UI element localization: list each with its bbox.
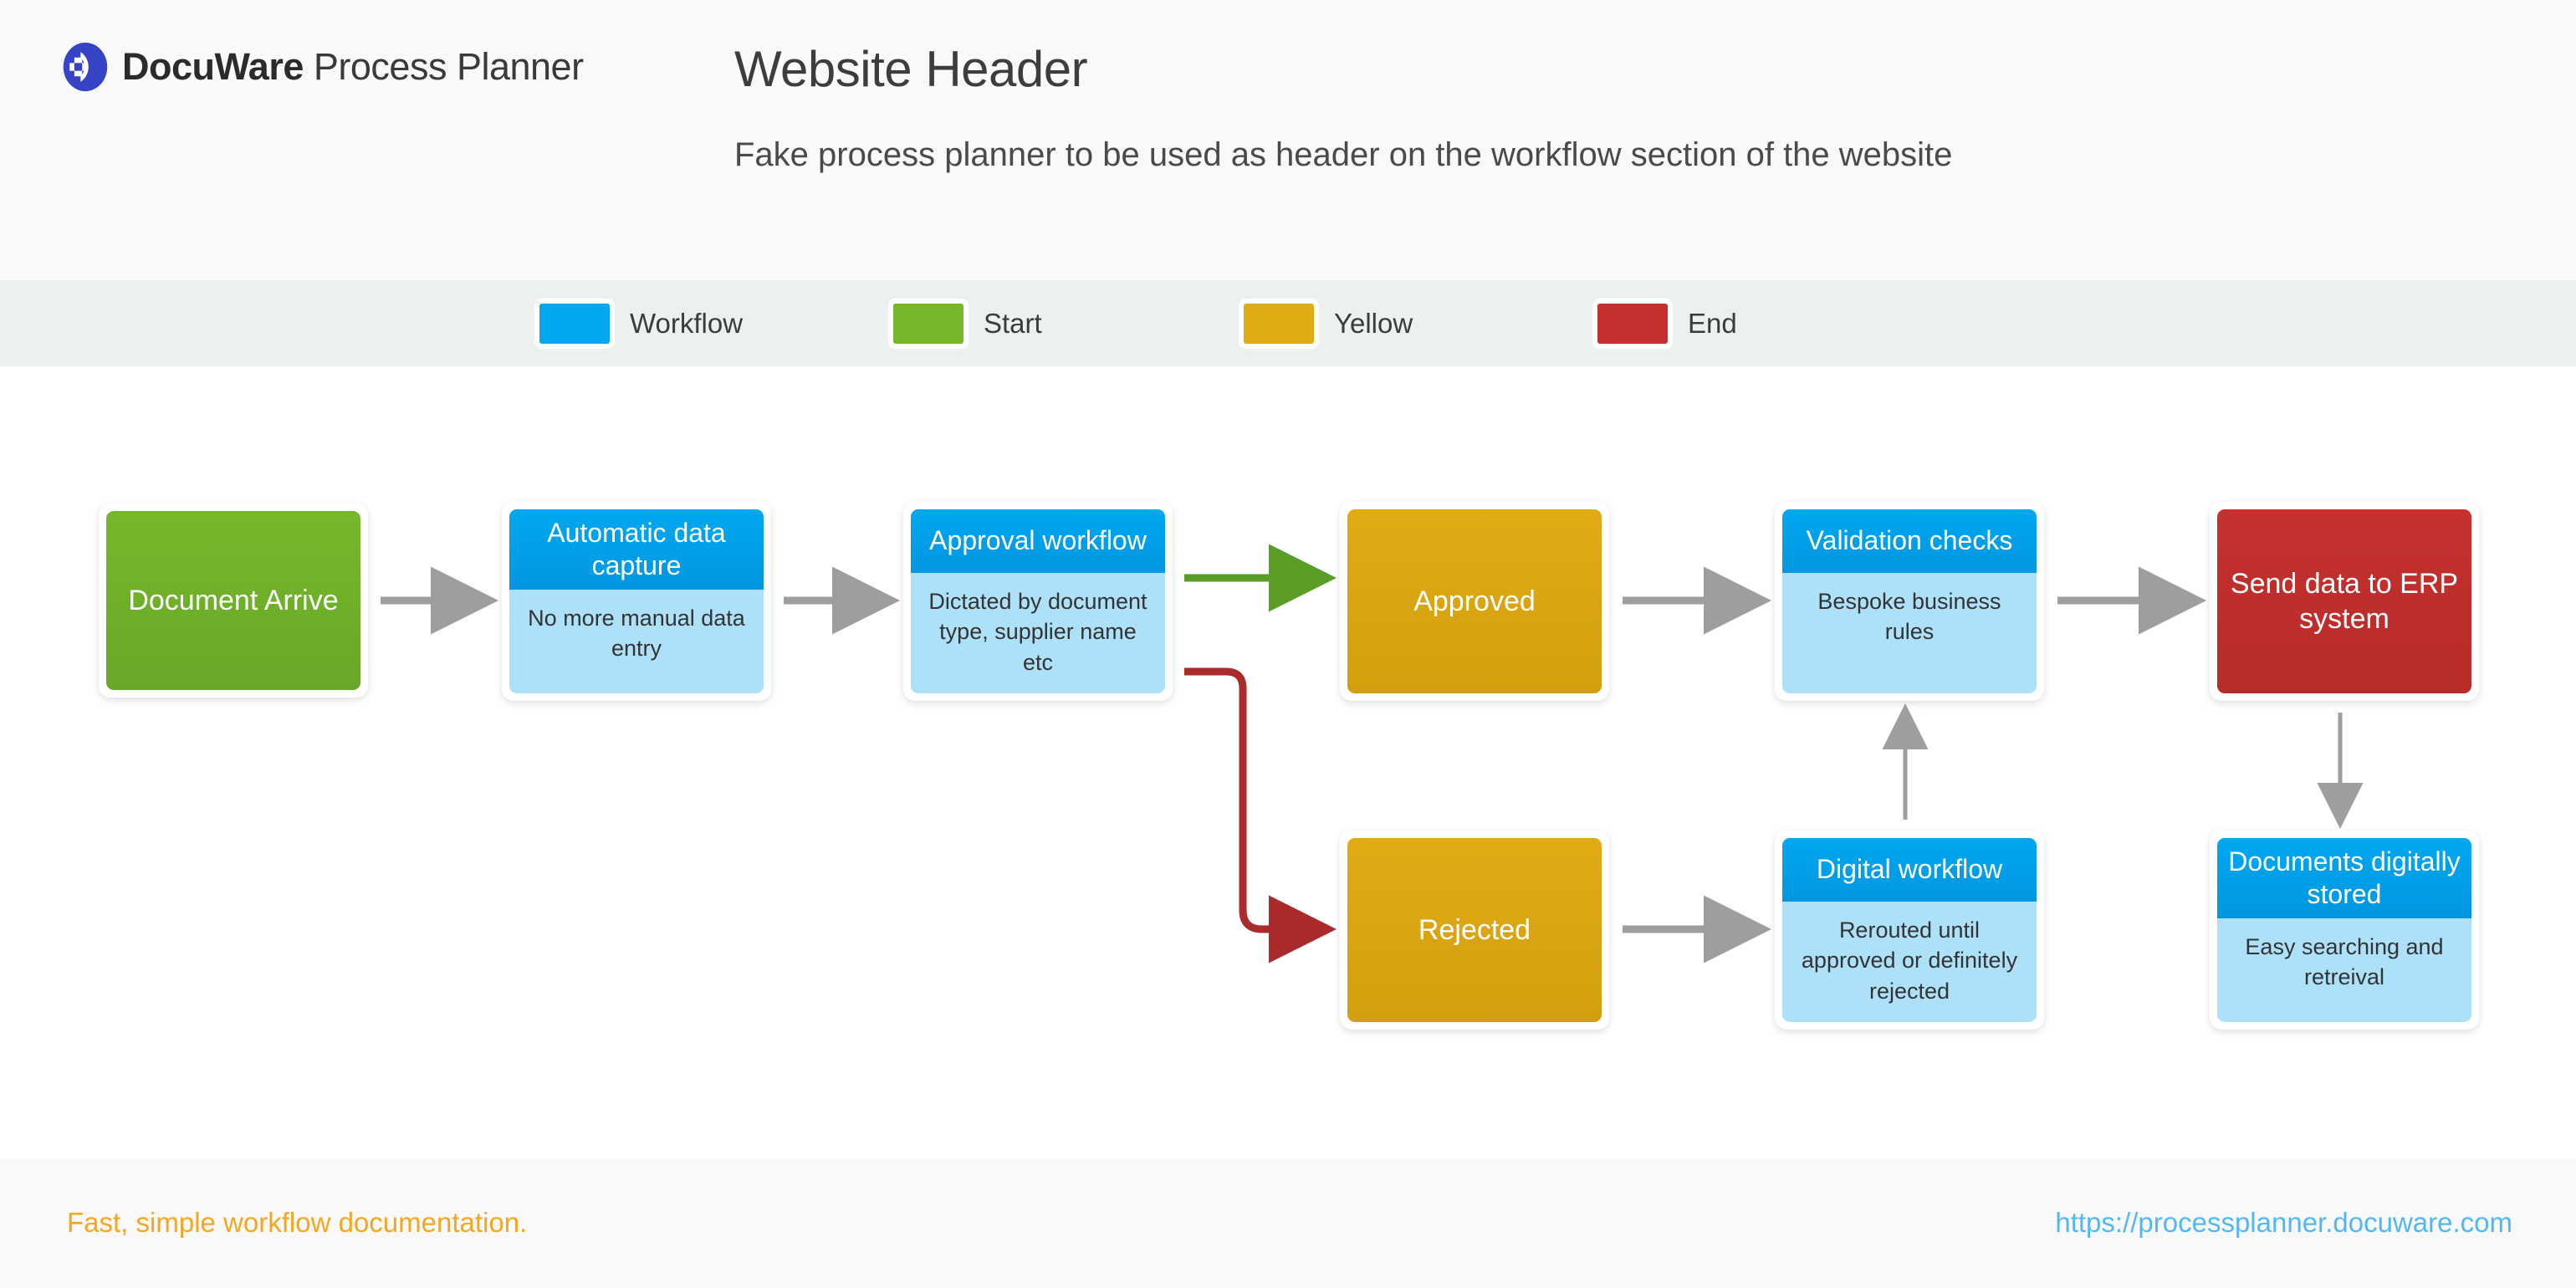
node-rejected[interactable]: Rejected [1340, 831, 1609, 1030]
node-validation-checks[interactable]: Validation checks Bespoke business rules [1775, 502, 2044, 701]
node-approved[interactable]: Approved [1340, 502, 1609, 701]
legend-label: End [1688, 307, 1737, 339]
node-inner: Approved [1347, 509, 1602, 693]
node-title: Documents digitally stored [2217, 838, 2471, 918]
page-subtitle: Fake process planner to be used as heade… [734, 136, 1953, 173]
legend-label: Workflow [630, 307, 744, 339]
footer-url-link[interactable]: https://processplanner.docuware.com [2055, 1207, 2512, 1239]
legend-swatch-end [1597, 303, 1668, 344]
legend-bar: Workflow Start Yellow End [0, 280, 2576, 366]
node-title: Digital workflow [1782, 838, 2037, 902]
legend-item-workflow: Workflow [539, 303, 744, 344]
node-title: Document Arrive [128, 584, 339, 616]
node-description: Dictated by document type, supplier name… [911, 573, 1165, 693]
node-title: Automatic data capture [509, 509, 764, 590]
node-documents-digitally-stored[interactable]: Documents digitally stored Easy searching… [2210, 831, 2479, 1030]
brand-name-bold: DocuWare [122, 45, 304, 88]
legend-swatch-start [893, 303, 963, 344]
node-title: Rejected [1418, 913, 1531, 946]
footer-tagline: Fast, simple workflow documentation. [67, 1207, 528, 1238]
page-footer: Fast, simple workflow documentation. htt… [0, 1158, 2576, 1288]
brand: DocuWare Process Planner [60, 42, 584, 92]
node-send-data-to-erp-system[interactable]: Send data to ERP system [2210, 502, 2479, 701]
legend-item-end: End [1597, 303, 1737, 344]
node-title: Send data to ERP system [2230, 567, 2459, 636]
node-inner: Digital workflow Rerouted until approved … [1782, 838, 2037, 1022]
brand-name-light: Process Planner [313, 45, 584, 88]
node-document-arrive[interactable]: Document Arrive [99, 503, 368, 698]
node-approval-workflow[interactable]: Approval workflow Dictated by document ty… [903, 502, 1173, 701]
legend-label: Start [984, 307, 1042, 339]
node-description: Bespoke business rules [1782, 573, 2037, 693]
legend-swatch-workflow [539, 303, 610, 344]
page-title: Website Header [734, 41, 1088, 97]
node-inner: Automatic data capture No more manual dat… [509, 509, 764, 693]
edge-approval-workflow-to-rejected [1184, 667, 1337, 963]
node-description: No more manual data entry [509, 590, 764, 693]
node-automatic-data-capture[interactable]: Automatic data capture No more manual dat… [502, 502, 771, 701]
legend-item-start: Start [893, 303, 1042, 344]
node-inner: Validation checks Bespoke business rules [1782, 509, 2037, 693]
legend-label: Yellow [1334, 307, 1413, 339]
legend-item-yellow: Yellow [1244, 303, 1413, 344]
node-title: Approved [1413, 585, 1536, 617]
node-title: Approval workflow [911, 509, 1165, 573]
node-inner: Approval workflow Dictated by document ty… [911, 509, 1165, 693]
diagram-edges [381, 544, 2364, 963]
process-planner-page: DocuWare Process Planner Website Header … [0, 0, 2576, 1288]
diagram-canvas: Document Arrive Automatic data capture No … [0, 366, 2576, 1158]
node-title: Validation checks [1782, 509, 2037, 573]
node-inner: Documents digitally stored Easy searching… [2217, 838, 2471, 1022]
node-inner: Send data to ERP system [2217, 509, 2471, 693]
legend-swatch-yellow [1244, 303, 1314, 344]
brand-name: DocuWare Process Planner [122, 45, 584, 89]
node-inner: Document Arrive [106, 511, 360, 690]
page-header: DocuWare Process Planner Website Header … [0, 0, 2576, 280]
node-digital-workflow[interactable]: Digital workflow Rerouted until approved … [1775, 831, 2044, 1030]
node-description: Rerouted until approved or definitely re… [1782, 902, 2037, 1022]
node-inner: Rejected [1347, 838, 1602, 1022]
docuware-circle-logo-icon [60, 42, 110, 92]
node-description: Easy searching and retreival [2217, 918, 2471, 1022]
